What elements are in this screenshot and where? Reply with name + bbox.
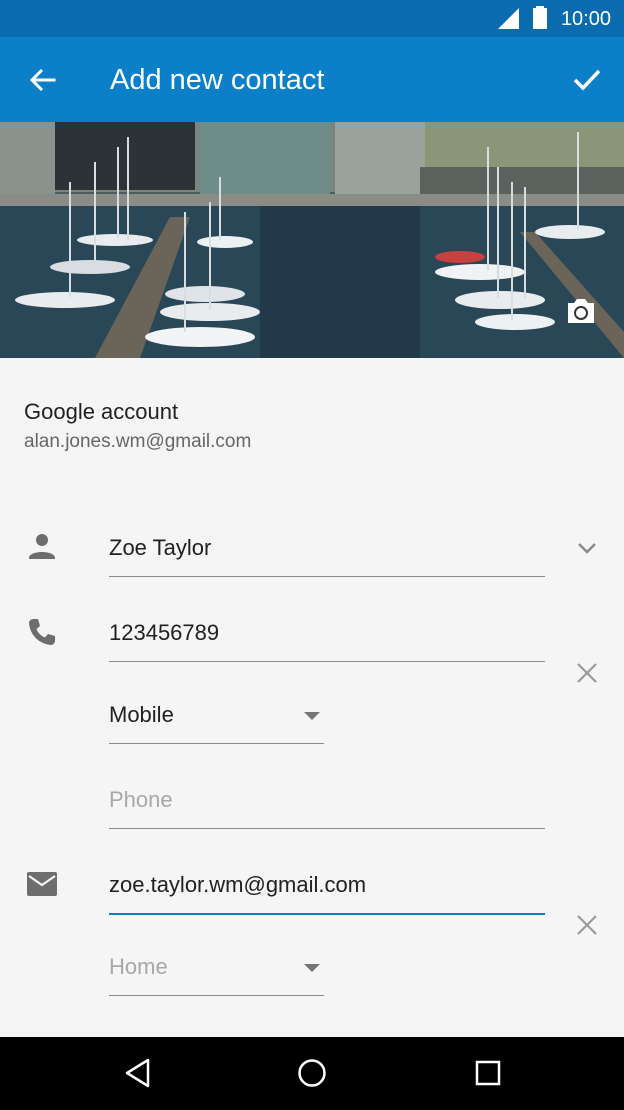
email-value: zoe.taylor.wm@gmail.com: [109, 872, 367, 897]
navigation-bar: [0, 1037, 624, 1110]
dropdown-arrow-icon: [304, 712, 320, 720]
app-bar: Add new contact: [0, 37, 624, 122]
home-nav-icon[interactable]: [297, 1057, 327, 1089]
page-title: Add new contact: [110, 64, 325, 96]
person-icon: [29, 534, 55, 559]
status-time: 10:00: [560, 8, 611, 30]
email-type-select[interactable]: Home: [109, 952, 324, 996]
phone-icon: [29, 619, 55, 645]
harbor-image: [0, 122, 624, 358]
phone-field[interactable]: 123456789: [109, 618, 545, 662]
expand-icon[interactable]: [574, 535, 600, 561]
clear-icon[interactable]: [574, 912, 600, 938]
recents-nav-icon[interactable]: [474, 1057, 502, 1089]
phone-type-value: Mobile: [109, 702, 174, 727]
account-label: Google account: [24, 399, 179, 424]
signal-icon: [498, 8, 519, 29]
name-value: Zoe Taylor: [109, 535, 212, 560]
contact-photo[interactable]: [0, 122, 624, 358]
back-nav-icon[interactable]: [124, 1057, 152, 1089]
email-icon: [27, 872, 57, 896]
check-icon[interactable]: [570, 63, 604, 97]
new-phone-field[interactable]: Phone: [109, 785, 545, 829]
email-type-placeholder: Home: [109, 954, 168, 979]
phone-value: 123456789: [109, 620, 220, 645]
account-email: alan.jones.wm@gmail.com: [24, 431, 252, 452]
clear-icon[interactable]: [574, 660, 600, 686]
new-phone-placeholder: Phone: [109, 787, 173, 812]
email-field[interactable]: zoe.taylor.wm@gmail.com: [109, 870, 545, 915]
battery-icon: [533, 6, 547, 29]
camera-icon[interactable]: [565, 297, 597, 325]
phone-type-select[interactable]: Mobile: [109, 700, 324, 744]
back-arrow-icon[interactable]: [26, 64, 58, 96]
dropdown-arrow-icon: [304, 964, 320, 972]
name-field[interactable]: Zoe Taylor: [109, 533, 545, 577]
status-bar: 10:00: [0, 0, 624, 37]
